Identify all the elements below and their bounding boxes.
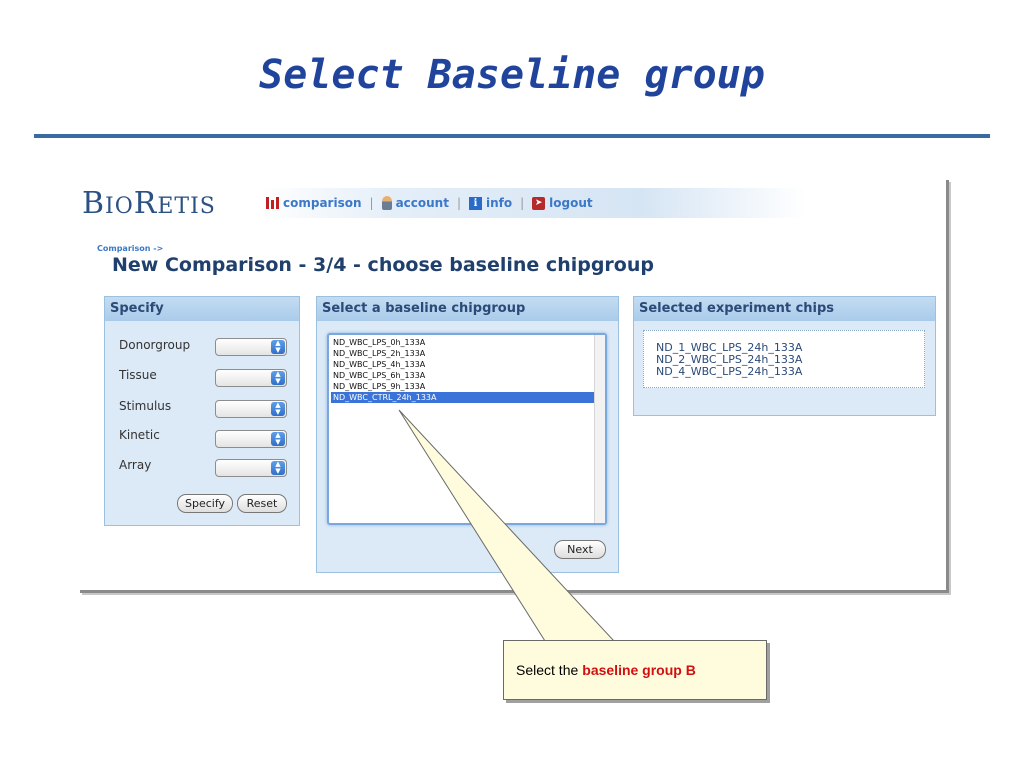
callout-box: Select the baseline group B bbox=[503, 640, 767, 700]
callout-highlight: baseline group B bbox=[582, 662, 696, 678]
callout-text: Select the bbox=[516, 662, 579, 678]
